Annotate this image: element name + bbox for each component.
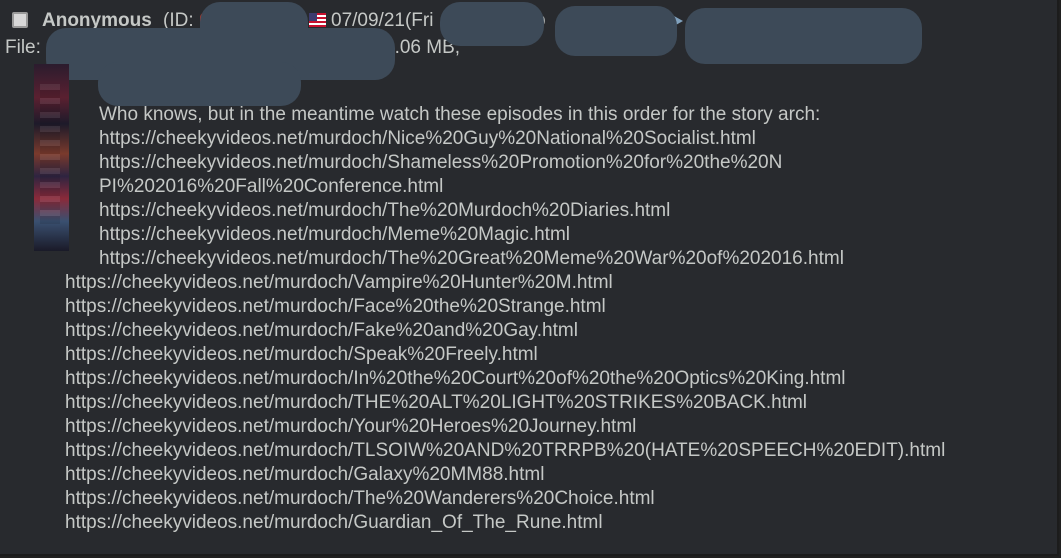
image-thumbnail[interactable] [34, 64, 69, 251]
episode-link[interactable]: https://cheekyvideos.net/murdoch/Your%20… [65, 415, 636, 439]
episode-link[interactable]: https://cheekyvideos.net/murdoch/Vampire… [65, 271, 613, 295]
episode-link[interactable]: https://cheekyvideos.net/murdoch/Fake%20… [65, 319, 578, 343]
post-container: Anonymous (ID: 07/09/21(Fri o File: 1.06… [0, 0, 1059, 556]
file-label: File: [5, 37, 41, 58]
episode-link[interactable]: https://cheekyvideos.net/murdoch/Face%20… [65, 295, 606, 319]
episode-link[interactable]: https://cheekyvideos.net/murdoch/Meme%20… [99, 223, 570, 247]
episode-link[interactable]: https://cheekyvideos.net/murdoch/THE%20A… [65, 391, 807, 415]
episode-link[interactable]: https://cheekyvideos.net/murdoch/Speak%2… [65, 343, 538, 367]
episode-link[interactable]: https://cheekyvideos.net/murdoch/Shamele… [99, 151, 782, 175]
redaction-overlay [98, 62, 301, 106]
redaction-overlay [440, 2, 544, 46]
select-post-checkbox[interactable] [12, 12, 28, 28]
episode-link[interactable]: https://cheekyvideos.net/murdoch/Galaxy%… [65, 463, 544, 487]
episode-link[interactable]: https://cheekyvideos.net/murdoch/Nice%20… [99, 127, 756, 151]
redaction-overlay [555, 6, 677, 56]
episode-link[interactable]: https://cheekyvideos.net/murdoch/In%20th… [65, 367, 846, 391]
episode-link[interactable]: https://cheekyvideos.net/murdoch/Guardia… [65, 511, 603, 535]
episode-link[interactable]: https://cheekyvideos.net/murdoch/The%20W… [65, 487, 655, 511]
us-flag-icon [309, 13, 326, 27]
redaction-overlay [685, 8, 922, 64]
episode-link[interactable]: https://cheekyvideos.net/murdoch/TLSOIW%… [65, 439, 945, 463]
message-intro: Who knows, but in the meantime watch the… [99, 104, 821, 125]
episode-link-continuation[interactable]: PI%202016%20Fall%20Conference.html [99, 175, 443, 199]
episode-link[interactable]: https://cheekyvideos.net/murdoch/The%20M… [99, 199, 670, 223]
episode-link[interactable]: https://cheekyvideos.net/murdoch/The%20G… [99, 247, 844, 271]
